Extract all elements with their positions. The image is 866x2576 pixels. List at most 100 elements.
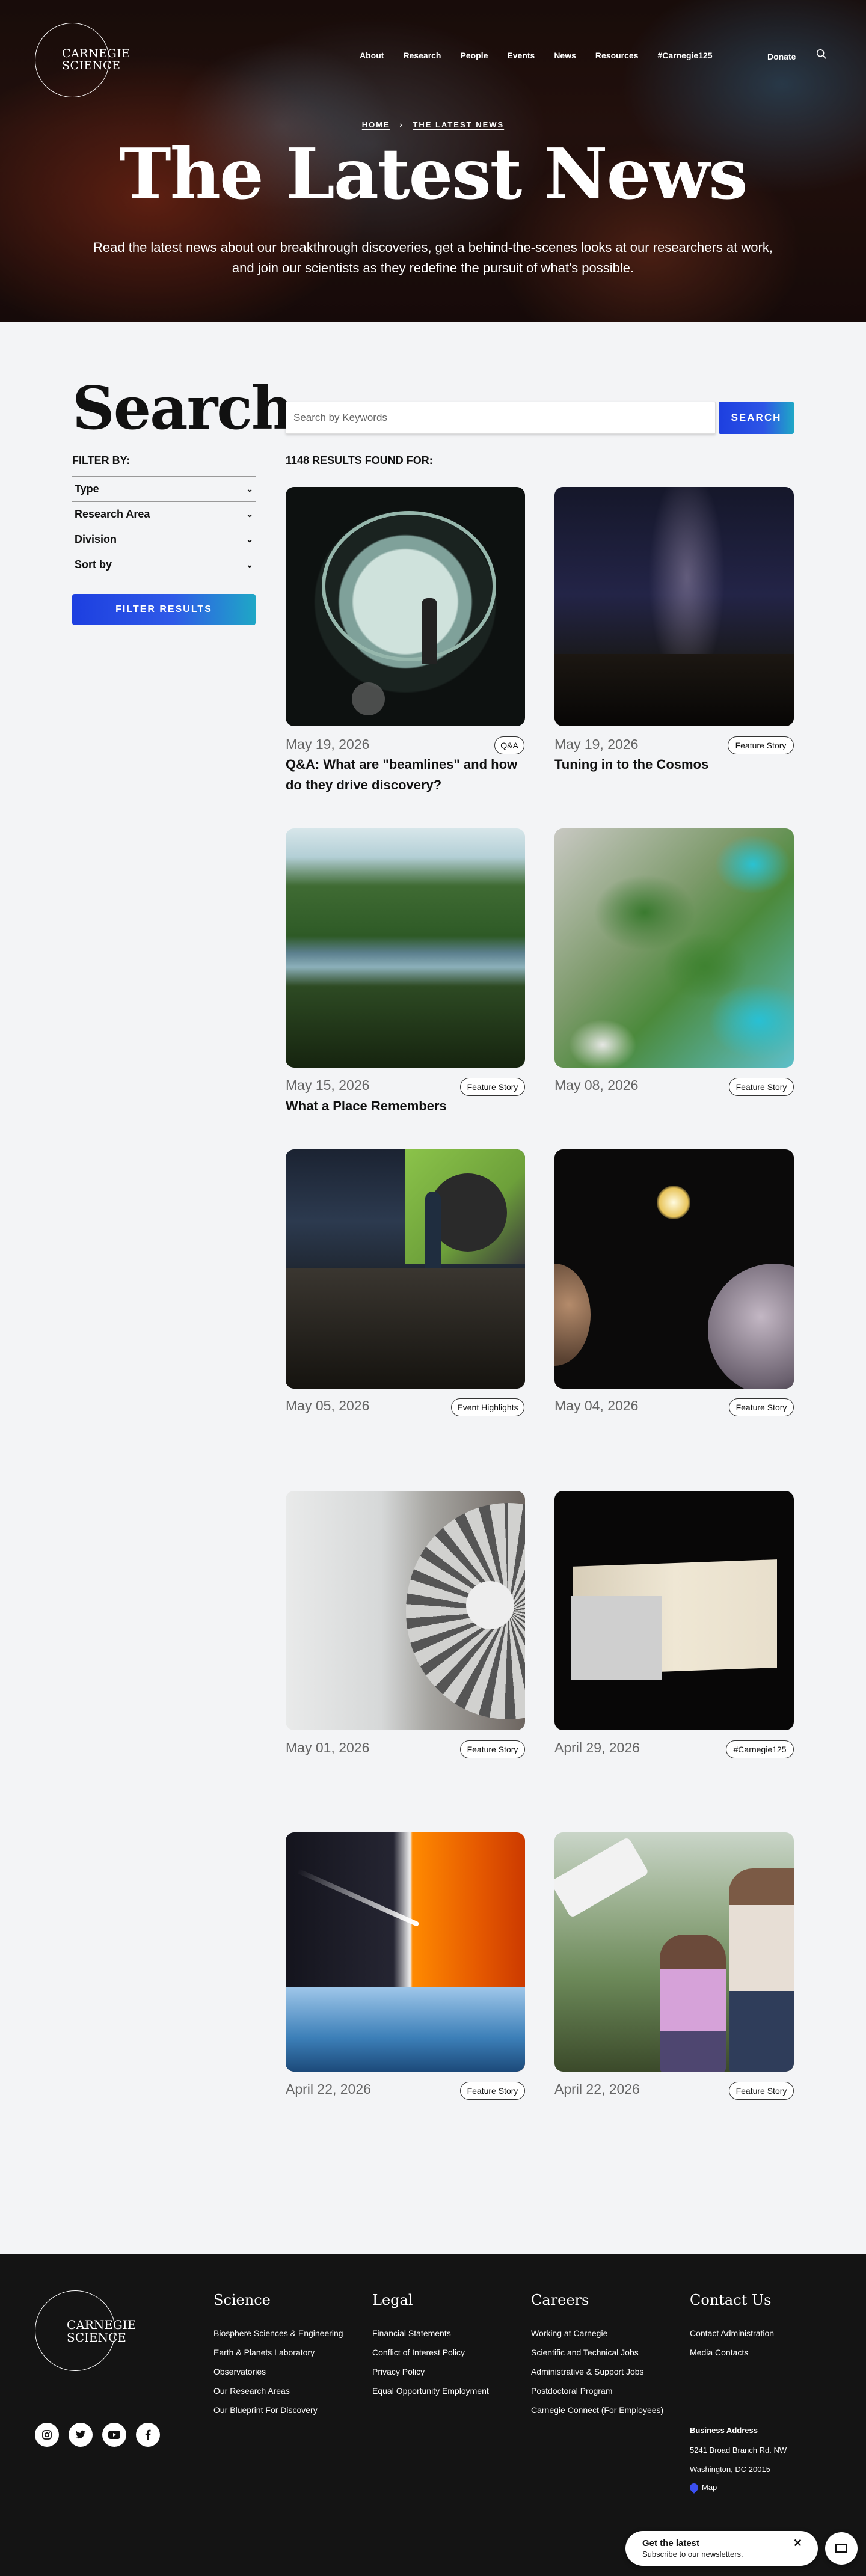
nav-resources[interactable]: Resources — [595, 50, 639, 60]
footer-link[interactable]: Privacy Policy — [372, 2366, 512, 2378]
filter-by-label: FILTER BY: — [72, 454, 131, 467]
card-image[interactable] — [286, 828, 525, 1068]
map-pin-icon — [688, 2481, 700, 2494]
footer-col-science: Science Biosphere Sciences & Engineering… — [213, 2292, 353, 2423]
card-tag[interactable]: Feature Story — [460, 1078, 525, 1096]
nav-about[interactable]: About — [360, 50, 384, 60]
footer-col-legal: Legal Financial Statements Conflict of I… — [372, 2292, 512, 2404]
footer-link[interactable]: Observatories — [213, 2366, 353, 2378]
card-image[interactable] — [554, 1832, 794, 2072]
footer-link[interactable]: Conflict of Interest Policy — [372, 2346, 512, 2358]
card-date: April 22, 2026 — [554, 2081, 640, 2097]
instagram-icon[interactable] — [35, 2423, 59, 2447]
card-date: May 04, 2026 — [554, 1398, 639, 1413]
card-image[interactable] — [554, 828, 794, 1068]
social-links — [35, 2423, 160, 2447]
footer-link[interactable]: Carnegie Connect (For Employees) — [531, 2404, 671, 2416]
card-tag[interactable]: #Carnegie125 — [726, 1740, 794, 1758]
card-date: May 19, 2026 — [286, 736, 370, 752]
chevron-down-icon: ⌄ — [246, 560, 253, 569]
newsletter-title: Get the latest — [642, 2538, 700, 2548]
filter-sort-by[interactable]: Sort by ⌄ — [72, 552, 256, 577]
breadcrumb-current[interactable]: THE LATEST NEWS — [413, 120, 504, 129]
footer-link[interactable]: Financial Statements — [372, 2327, 512, 2339]
filter-type[interactable]: Type ⌄ — [72, 476, 256, 501]
carnegie-logo[interactable]: CARNEGIE SCIENCE — [35, 23, 130, 97]
facebook-icon[interactable] — [136, 2423, 160, 2447]
chevron-right-icon: › — [399, 120, 404, 129]
card-date: May 05, 2026 — [286, 1398, 370, 1413]
card-tag[interactable]: Feature Story — [729, 2082, 794, 2100]
footer-link[interactable]: Our Blueprint For Discovery — [213, 2404, 353, 2416]
card-title[interactable]: What a Place Remembers — [286, 1096, 525, 1116]
footer-heading: Legal — [372, 2292, 512, 2316]
map-label: Map — [702, 2483, 717, 2492]
chevron-down-icon: ⌄ — [246, 509, 253, 519]
site-footer: CARNEGIE SCIENCE Science Biosphere Scien… — [0, 2254, 866, 2576]
card-title[interactable]: Tuning in to the Cosmos — [554, 754, 794, 775]
chevron-down-icon: ⌄ — [246, 534, 253, 544]
card-image[interactable] — [286, 1491, 525, 1730]
card-tag[interactable]: Q&A — [494, 736, 524, 754]
filter-results-button[interactable]: FILTER RESULTS — [72, 594, 256, 625]
footer-link[interactable]: Postdoctoral Program — [531, 2385, 671, 2397]
footer-heading: Careers — [531, 2292, 671, 2316]
card-tag[interactable]: Feature Story — [460, 1740, 525, 1758]
breadcrumb-home[interactable]: HOME — [362, 120, 390, 129]
hero-banner: CARNEGIE SCIENCE About Research People E… — [0, 0, 866, 322]
card-date: May 15, 2026 — [286, 1077, 370, 1093]
footer-link[interactable]: Contact Administration — [690, 2327, 829, 2339]
close-icon[interactable]: ✕ — [793, 2537, 802, 2550]
card-image[interactable] — [554, 1149, 794, 1389]
search-heading: Search — [72, 374, 294, 443]
footer-link[interactable]: Equal Opportunity Employment — [372, 2385, 512, 2397]
nav-research[interactable]: Research — [403, 50, 441, 60]
card-tag[interactable]: Event Highlights — [451, 1398, 524, 1416]
footer-link[interactable]: Earth & Planets Laboratory — [213, 2346, 353, 2358]
main-nav: About Research People Events News Resour… — [360, 50, 732, 60]
address-line: Washington, DC 20015 — [690, 2465, 770, 2474]
map-link[interactable]: Map — [688, 2481, 717, 2494]
footer-link[interactable]: Administrative & Support Jobs — [531, 2366, 671, 2378]
card-image[interactable] — [286, 1832, 525, 2072]
card-date: May 01, 2026 — [286, 1740, 370, 1755]
filter-label: Research Area — [75, 508, 150, 520]
filter-label: Type — [75, 483, 99, 495]
card-tag[interactable]: Feature Story — [729, 1398, 794, 1416]
nav-events[interactable]: Events — [507, 50, 535, 60]
footer-link[interactable]: Working at Carnegie — [531, 2327, 671, 2339]
nav-carnegie125[interactable]: #Carnegie125 — [657, 50, 712, 60]
card-image[interactable] — [286, 1149, 525, 1389]
card-image[interactable] — [554, 487, 794, 726]
footer-link[interactable]: Our Research Areas — [213, 2385, 353, 2397]
search-button[interactable]: SEARCH — [719, 402, 794, 434]
mail-button[interactable] — [825, 2532, 858, 2565]
card-date: April 22, 2026 — [286, 2081, 371, 2097]
newsletter-popup[interactable]: Get the latest Subscribe to our newslett… — [625, 2531, 818, 2566]
footer-heading: Contact Us — [690, 2292, 829, 2316]
footer-link[interactable]: Biosphere Sciences & Engineering — [213, 2327, 353, 2339]
newsletter-subtitle: Subscribe to our newsletters. — [642, 2550, 743, 2559]
filter-research-area[interactable]: Research Area ⌄ — [72, 501, 256, 527]
footer-link[interactable]: Scientific and Technical Jobs — [531, 2346, 671, 2358]
donate-link[interactable]: Donate — [767, 52, 796, 61]
page-title: The Latest News — [119, 133, 748, 215]
address-label: Business Address — [690, 2426, 758, 2435]
card-tag[interactable]: Feature Story — [460, 2082, 525, 2100]
footer-col-careers: Careers Working at Carnegie Scientific a… — [531, 2292, 671, 2423]
twitter-icon[interactable] — [69, 2423, 93, 2447]
search-input[interactable] — [286, 402, 716, 434]
card-tag[interactable]: Feature Story — [729, 1078, 794, 1096]
logo-text: CARNEGIE SCIENCE — [67, 2317, 137, 2345]
card-image[interactable] — [554, 1491, 794, 1730]
nav-people[interactable]: People — [460, 50, 488, 60]
footer-link[interactable]: Media Contacts — [690, 2346, 829, 2358]
filter-division[interactable]: Division ⌄ — [72, 527, 256, 552]
card-image[interactable] — [286, 487, 525, 726]
card-title[interactable]: Q&A: What are "beamlines" and how do the… — [286, 754, 525, 795]
card-tag[interactable]: Feature Story — [728, 736, 794, 754]
nav-news[interactable]: News — [554, 50, 576, 60]
search-icon[interactable] — [816, 49, 827, 60]
footer-logo[interactable]: CARNEGIE SCIENCE — [35, 2290, 136, 2371]
youtube-icon[interactable] — [102, 2423, 126, 2447]
